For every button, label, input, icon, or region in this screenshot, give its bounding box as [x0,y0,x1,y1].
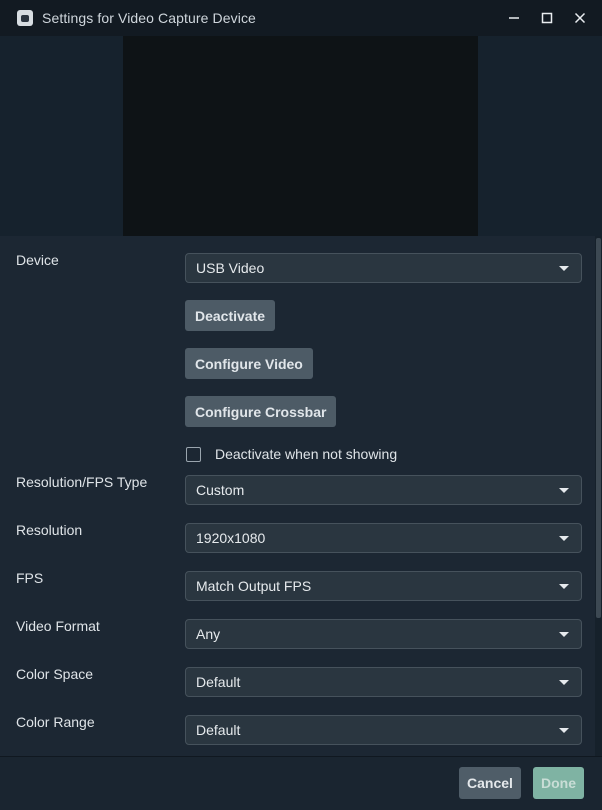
color-space-value: Default [196,674,241,690]
close-icon[interactable] [572,8,588,28]
chevron-down-icon [559,584,569,589]
fps-label: FPS [16,570,44,586]
color-range-label: Color Range [16,714,95,730]
video-format-value: Any [196,626,221,642]
minimize-icon[interactable] [506,8,522,28]
deactivate-button[interactable]: Deactivate [185,300,276,331]
video-format-select[interactable]: Any [185,619,582,649]
device-select[interactable]: USB Video [185,253,582,283]
color-range-select[interactable]: Default [185,715,582,745]
deactivate-when-not-showing-checkbox[interactable] [186,446,201,462]
resolution-value: 1920x1080 [196,530,266,546]
preview-area [0,36,602,236]
chevron-down-icon [559,728,569,733]
chevron-down-icon [559,266,569,271]
dialog-footer: Cancel Done [0,756,602,810]
device-label: Device [16,252,59,268]
window-title: Settings for Video Capture Device [42,10,256,26]
resolution-fps-type-select[interactable]: Custom [185,475,582,505]
fps-select[interactable]: Match Output FPS [185,571,582,601]
chevron-down-icon [559,536,569,541]
device-select-value: USB Video [196,260,265,276]
color-space-select[interactable]: Default [185,667,582,697]
form-scrollbar[interactable] [595,236,602,756]
fps-value: Match Output FPS [196,578,312,594]
deactivate-when-not-showing-label: Deactivate when not showing [215,446,398,462]
resolution-select[interactable]: 1920x1080 [185,523,582,553]
configure-crossbar-button[interactable]: Configure Crossbar [185,396,337,427]
resolution-fps-type-value: Custom [196,482,245,498]
resolution-fps-type-label: Resolution/FPS Type [16,474,148,490]
configure-video-button[interactable]: Configure Video [185,348,313,379]
deactivate-when-not-showing-row[interactable]: Deactivate when not showing [186,446,397,462]
done-button[interactable]: Done [533,767,584,799]
chevron-down-icon [559,488,569,493]
scrollbar-thumb[interactable] [596,238,601,618]
window-controls [506,8,588,28]
title-bar: Settings for Video Capture Device [0,0,602,36]
chevron-down-icon [559,680,569,685]
cancel-button[interactable]: Cancel [459,767,521,799]
maximize-icon[interactable] [539,8,555,28]
app-icon [17,10,33,26]
video-preview [123,36,478,236]
chevron-down-icon [559,632,569,637]
video-format-label: Video Format [16,618,100,634]
color-space-label: Color Space [16,666,94,682]
resolution-label: Resolution [16,522,83,538]
color-range-value: Default [196,722,241,738]
